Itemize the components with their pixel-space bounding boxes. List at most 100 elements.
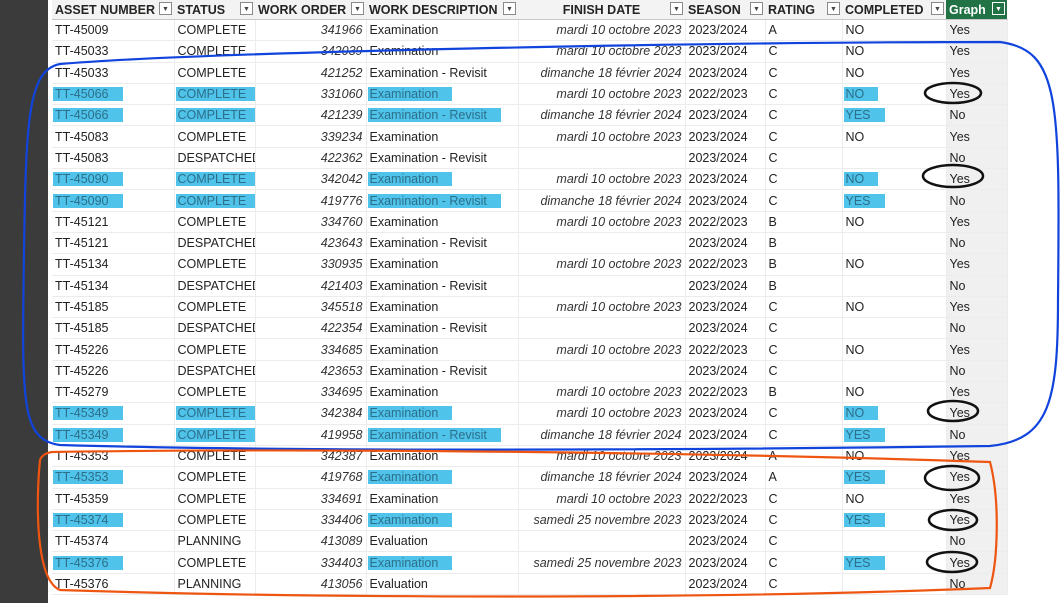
cell-value: COMPLETE xyxy=(177,129,247,144)
table-row[interactable]: TT-45349 COMPLETE 342384 Examination mardi 1… xyxy=(52,402,1008,425)
column-header[interactable]: FINISH DATE ▼ xyxy=(518,0,685,20)
table-row[interactable]: TT-45376 COMPLETE 334403 Examination samedi … xyxy=(52,551,1008,574)
column-header-label: Graph xyxy=(949,2,986,17)
chevron-down-icon[interactable]: ▼ xyxy=(992,2,1005,15)
table-row[interactable]: TT-45033 COMPLETE 421252 Examination - Revi… xyxy=(52,62,1008,84)
table-row[interactable]: TT-45353 COMPLETE 342387 Examination mardi 1… xyxy=(52,445,1008,468)
cell-value: 2023/2024 xyxy=(688,576,748,591)
table-row[interactable]: TT-45279 COMPLETE 334695 Examination mardi 1… xyxy=(52,381,1008,404)
cell-value: 423653 xyxy=(320,363,363,378)
table-cell: Yes xyxy=(946,19,1008,42)
table-cell: COMPLETE xyxy=(174,168,256,191)
cell-value: DESPATCHED xyxy=(177,363,255,378)
chevron-down-icon[interactable]: ▼ xyxy=(750,2,763,15)
chevron-down-icon[interactable]: ▼ xyxy=(503,2,516,15)
table-cell: PLANNING xyxy=(174,573,256,596)
table-cell: 2023/2024 xyxy=(685,147,766,170)
table-cell xyxy=(518,275,686,297)
column-header[interactable]: STATUS ▼ xyxy=(174,0,255,20)
table-row[interactable]: TT-45374 PLANNING 413089 Evaluation 2023/202… xyxy=(52,530,1008,553)
table-cell: TT-45083 xyxy=(52,147,175,170)
table-row[interactable]: TT-45066 COMPLETE 421239 Examination - Revi… xyxy=(52,104,1008,127)
table-row[interactable]: TT-45121 DESPATCHED 423643 Examination - Re… xyxy=(52,232,1008,255)
table-row[interactable]: TT-45349 COMPLETE 419958 Examination - Revi… xyxy=(52,424,1008,446)
cell-value: 422354 xyxy=(320,321,363,336)
table-row[interactable]: TT-45185 COMPLETE 345518 Examination mardi 1… xyxy=(52,296,1008,319)
chevron-down-icon[interactable]: ▼ xyxy=(931,2,944,15)
chevron-down-icon[interactable]: ▼ xyxy=(159,2,172,15)
table-row[interactable]: TT-45185 DESPATCHED 422354 Examination - Re… xyxy=(52,317,1008,340)
cell-value: COMPLETE xyxy=(177,512,247,527)
column-header[interactable]: RATING ▼ xyxy=(765,0,842,20)
table-cell: C xyxy=(765,488,843,510)
table-row[interactable]: TT-45090 COMPLETE 342042 Examination mardi 1… xyxy=(52,168,1008,191)
table-cell: Examination - Revisit xyxy=(366,424,519,446)
cell-value: 413089 xyxy=(320,534,363,549)
cell-value: 2022/2023 xyxy=(688,257,748,272)
table-cell: COMPLETE xyxy=(174,381,256,404)
cell-value: C xyxy=(768,300,778,314)
table-cell: dimanche 18 février 2024 xyxy=(518,466,686,489)
chevron-down-icon[interactable]: ▼ xyxy=(670,2,683,15)
column-header[interactable]: SEASON ▼ xyxy=(685,0,765,20)
table-cell xyxy=(518,530,686,553)
cell-value: Examination xyxy=(367,470,453,485)
table-row[interactable]: TT-45083 DESPATCHED 422362 Examination - Re… xyxy=(52,147,1008,170)
table-row[interactable]: TT-45359 COMPLETE 334691 Examination mardi 1… xyxy=(52,488,1008,510)
table-row[interactable]: TT-45083 COMPLETE 339234 Examination mardi 1… xyxy=(52,125,1008,148)
cell-value: Examination xyxy=(367,172,453,187)
table-row[interactable]: TT-45226 COMPLETE 334685 Examination mardi 1… xyxy=(52,338,1008,361)
table-cell: 413056 xyxy=(255,573,367,596)
column-header[interactable]: COMPLETED ▼ xyxy=(842,0,946,20)
chevron-down-icon[interactable]: ▼ xyxy=(240,2,253,15)
table-row[interactable]: TT-45226 DESPATCHED 423653 Examination - Re… xyxy=(52,360,1008,383)
table-row[interactable]: TT-45066 COMPLETE 331060 Examination mardi 1… xyxy=(52,83,1008,106)
table-cell: mardi 10 octobre 2023 xyxy=(518,125,686,148)
column-header[interactable]: ASSET NUMBER ▼ xyxy=(52,0,174,20)
table-row[interactable]: TT-45134 DESPATCHED 421403 Examination - Re… xyxy=(52,275,1008,297)
cell-value: Yes xyxy=(949,172,970,187)
cell-value: 2023/2024 xyxy=(688,449,748,464)
cell-value: NO xyxy=(845,23,865,38)
cell-value: mardi 10 octobre 2023 xyxy=(556,449,682,464)
cell-value: B xyxy=(768,214,777,229)
table-cell: samedi 25 novembre 2023 xyxy=(518,551,686,574)
table-row[interactable]: TT-45376 PLANNING 413056 Evaluation 2023/202… xyxy=(52,573,1008,596)
table-cell: 2023/2024 xyxy=(685,573,766,596)
cell-value: Examination xyxy=(367,555,453,570)
table-cell: COMPLETE xyxy=(174,509,256,532)
table-cell xyxy=(842,147,947,170)
cell-value: Examination xyxy=(369,342,439,357)
cell-value: TT-45349 xyxy=(53,406,123,421)
table-row[interactable]: TT-45090 COMPLETE 419776 Examination - Revi… xyxy=(52,189,1008,212)
table-row[interactable]: TT-45121 COMPLETE 334760 Examination mardi 1… xyxy=(52,211,1008,233)
column-header[interactable]: WORK ORDER ▼ xyxy=(255,0,366,20)
column-header[interactable]: WORK DESCRIPTION ▼ xyxy=(366,0,518,20)
cell-value: C xyxy=(768,193,778,208)
table-cell: YES xyxy=(842,424,947,446)
table-cell: No xyxy=(946,317,1008,340)
table-row[interactable]: TT-45134 COMPLETE 330935 Examination mardi 1… xyxy=(52,253,1008,276)
table-cell: 2023/2024 xyxy=(685,125,766,148)
table-row[interactable]: TT-45009 COMPLETE 341966 Examination mardi 1… xyxy=(52,19,1008,42)
table-row[interactable]: TT-45033 COMPLETE 342039 Examination mardi 1… xyxy=(52,40,1008,63)
table-cell: Examination xyxy=(366,445,519,468)
table-cell: TT-45374 xyxy=(52,530,175,553)
table-cell: C xyxy=(765,360,843,383)
cell-value: TT-45374 xyxy=(53,512,123,527)
table-cell: mardi 10 octobre 2023 xyxy=(518,402,686,425)
cell-value: 2023/2024 xyxy=(688,65,748,80)
table-cell: 2023/2024 xyxy=(685,168,766,191)
table-row[interactable]: TT-45374 COMPLETE 334406 Examination samedi … xyxy=(52,509,1008,532)
column-header[interactable]: Graph ▼ xyxy=(946,0,1007,20)
table-cell: Yes xyxy=(946,40,1008,63)
cell-value: NO xyxy=(845,342,865,357)
cell-value: mardi 10 octobre 2023 xyxy=(556,44,682,59)
cell-value: COMPLETE xyxy=(177,491,247,506)
chevron-down-icon[interactable]: ▼ xyxy=(827,2,840,15)
table-row[interactable]: TT-45353 COMPLETE 419768 Examination dimanch… xyxy=(52,466,1008,489)
table-cell: 342039 xyxy=(255,40,367,63)
table-cell: No xyxy=(946,189,1008,212)
table-cell: 419776 xyxy=(255,189,367,212)
chevron-down-icon[interactable]: ▼ xyxy=(351,2,364,15)
